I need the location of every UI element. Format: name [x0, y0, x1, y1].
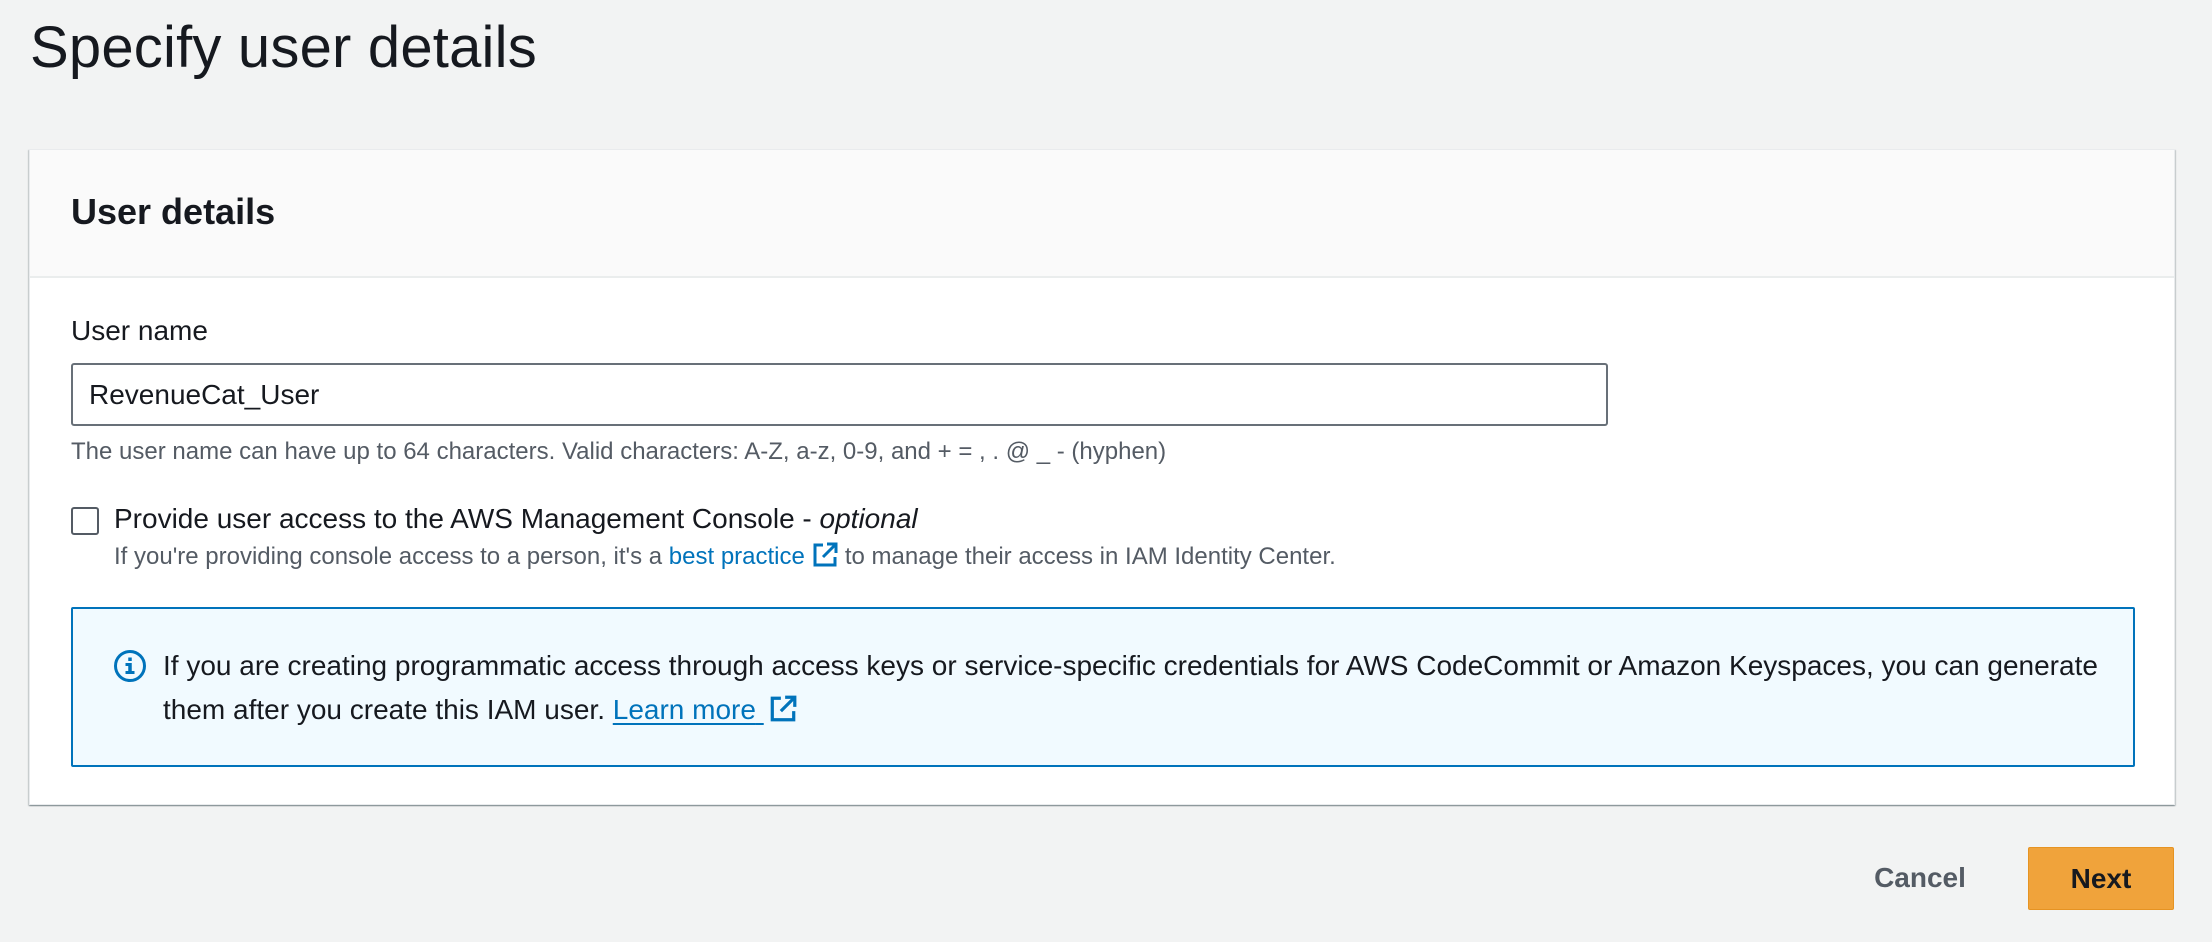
- best-practice-link-text: best practice: [668, 543, 805, 570]
- next-button[interactable]: Next: [2028, 847, 2174, 910]
- user-name-label: User name: [71, 315, 208, 346]
- user-details-panel: User details User name The user name can…: [29, 149, 2175, 805]
- user-name-hint: The user name can have up to 64 characte…: [71, 438, 1167, 465]
- console-access-description-prefix: If you're providing console access to a …: [114, 543, 663, 570]
- info-alert-text: If you are creating programmatic access …: [163, 644, 2103, 732]
- page-title: Specify user details: [30, 15, 537, 80]
- panel-header: User details: [30, 150, 2174, 278]
- info-alert: If you are creating programmatic access …: [71, 607, 2135, 767]
- console-access-label-text: Provide user access to the AWS Managemen…: [114, 503, 820, 534]
- optional-label: optional: [819, 503, 918, 534]
- console-access-label[interactable]: Provide user access to the AWS Managemen…: [114, 501, 918, 537]
- best-practice-link[interactable]: best practice: [668, 542, 845, 570]
- info-icon: [114, 650, 146, 682]
- learn-more-link[interactable]: Learn more: [613, 694, 764, 725]
- info-alert-message: If you are creating programmatic access …: [163, 650, 2098, 725]
- user-name-input[interactable]: [71, 363, 1608, 426]
- external-link-icon: [813, 542, 838, 567]
- panel-heading: User details: [71, 191, 276, 232]
- cancel-button[interactable]: Cancel: [1850, 845, 1990, 911]
- console-access-description: If you're providing console access to a …: [114, 541, 1336, 573]
- console-access-description-suffix: to manage their access in IAM Identity C…: [844, 543, 1336, 570]
- external-link-icon: [770, 695, 797, 722]
- learn-more-link-text: Learn more: [612, 694, 756, 725]
- console-access-checkbox[interactable]: [71, 507, 99, 535]
